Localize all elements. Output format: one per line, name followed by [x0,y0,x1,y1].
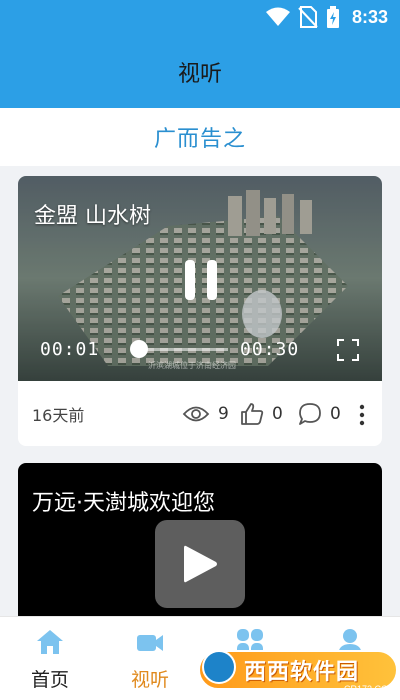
total-time: 00:30 [240,339,300,360]
video-title: 金盟 山水树 [34,204,151,229]
comment-count: 0 [330,403,341,424]
more-options-icon[interactable] [358,404,366,426]
view-count-value: 9 [218,403,229,424]
status-time: 8:33 [351,6,388,27]
view-count: 9 [182,404,229,424]
watermark-url: CR173.COM [344,684,396,694]
pause-icon[interactable] [183,256,219,304]
nav-item-video[interactable]: 视听 [100,617,200,700]
eye-icon [182,406,210,421]
video-meta: 16天前 9 0 0 [18,381,382,446]
play-icon [184,545,217,583]
video-watermark: 沂滨湖城位于济南经济园 [148,361,236,370]
video-card[interactable]: 万远·天澍城欢迎您 [18,463,382,623]
battery-icon [326,6,339,28]
video-title: 万远·天澍城欢迎您 [32,491,215,516]
play-button[interactable] [155,520,245,608]
progress-thumb[interactable] [129,340,148,358]
wifi-icon [265,7,290,26]
watermark-text: 西西软件园 [244,660,360,685]
like-button[interactable]: 0 [240,402,283,426]
video-camera-icon [137,635,163,651]
watermark-logo-icon [202,650,236,684]
ad-banner-text: 广而告之 [153,127,246,152]
ad-banner[interactable]: 广而告之 [0,108,400,166]
nav-label: 首页 [30,669,69,691]
watermark-badge: 西西软件园 CR173.COM [198,646,400,700]
comment-icon [299,402,321,425]
status-icons: 8:33 [265,6,388,28]
nav-item-home[interactable]: 首页 [0,617,100,700]
status-bar: 8:33 [0,0,400,36]
comment-button[interactable]: 0 [298,402,341,426]
video-player[interactable]: 金盟 山水树 00:01 00:30 沂滨湖城位于济南经济园 [18,176,382,381]
app-bar: 视听 [0,36,400,108]
no-sim-icon [298,6,318,28]
home-icon [37,630,63,654]
fullscreen-icon[interactable] [336,338,360,362]
video-card[interactable]: 金盟 山水树 00:01 00:30 沂滨湖城位于济南经济园 16天前 9 0 [18,176,382,446]
post-time: 16天前 [32,405,85,425]
like-count: 0 [272,403,283,424]
nav-label: 视听 [130,669,169,691]
current-time: 00:01 [40,339,100,360]
thumbs-up-icon [241,402,264,425]
page-title: 视听 [177,62,222,87]
